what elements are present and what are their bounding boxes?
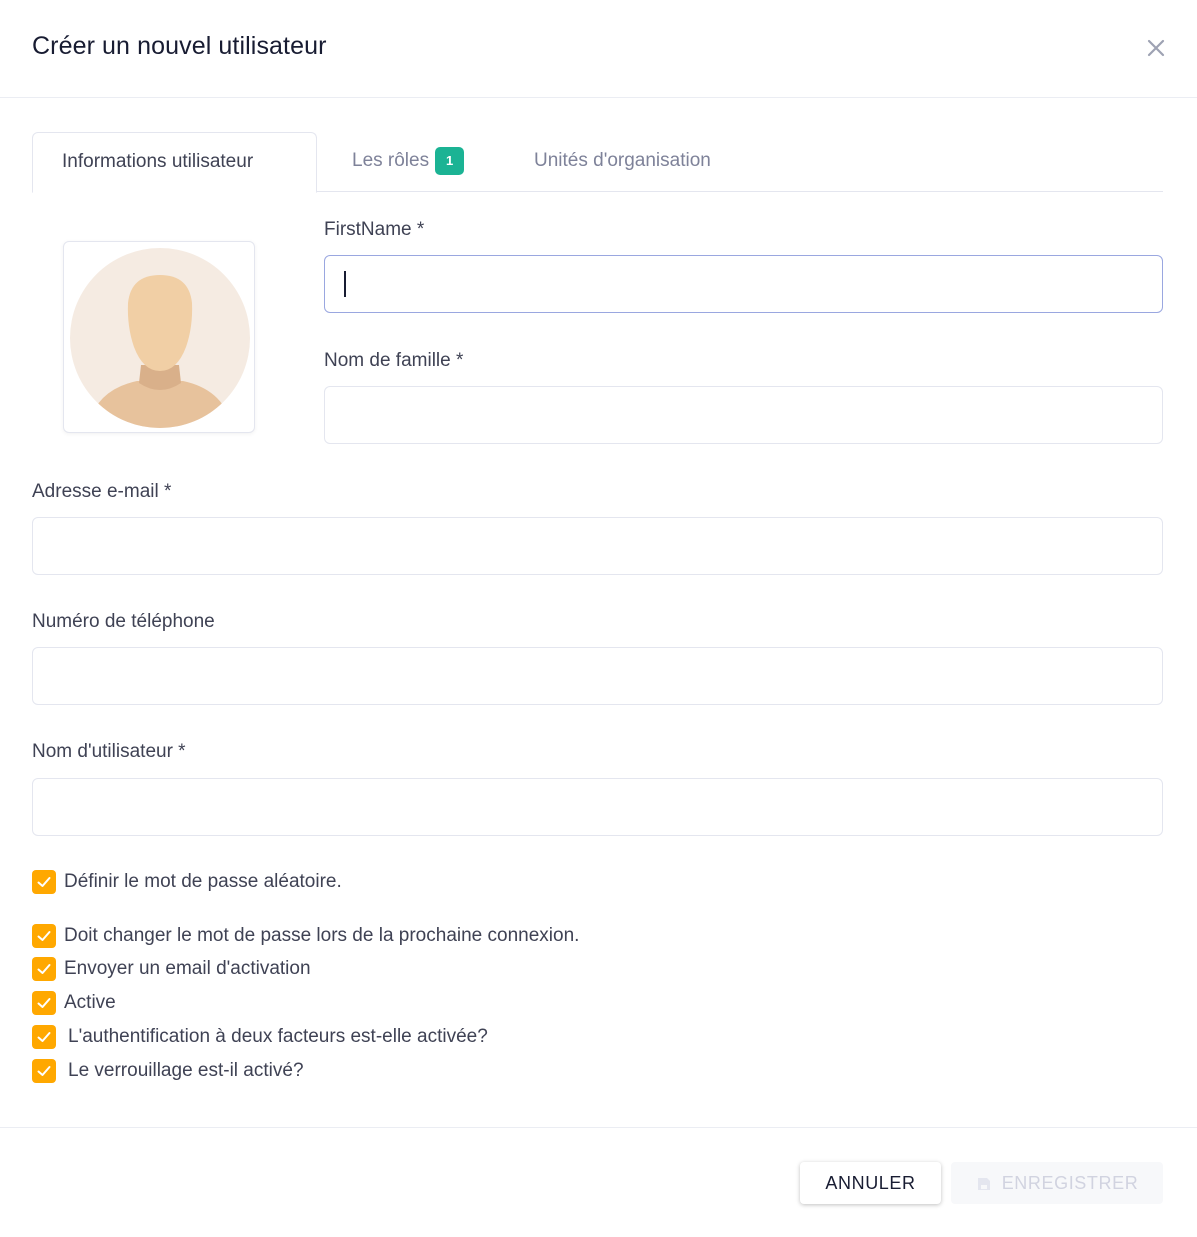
tab-label: Informations utilisateur: [62, 151, 254, 172]
checkbox-checked-icon[interactable]: [32, 870, 56, 894]
tab-user-information[interactable]: Informations utilisateur: [32, 132, 317, 193]
checkbox-label: Active: [64, 992, 116, 1013]
checkbox-label: Envoyer un email d'activation: [64, 958, 311, 979]
checkbox-checked-icon[interactable]: [32, 1025, 56, 1049]
tab-label: Les rôles: [352, 150, 430, 171]
checkbox-label: Définir le mot de passe aléatoire.: [64, 871, 342, 892]
tab-roles[interactable]: Les rôles 1: [352, 132, 465, 192]
checkbox-label: Le verrouillage est-il activé?: [68, 1060, 304, 1081]
checkbox-label: L'authentification à deux facteurs est-e…: [68, 1026, 488, 1047]
checkbox-label: Doit changer le mot de passe lors de la …: [64, 925, 580, 946]
modal-footer: ANNULER ENREGISTRER: [0, 1127, 1197, 1237]
text-caret: [344, 271, 346, 297]
tab-label: Unités d'organisation: [534, 150, 711, 171]
save-icon: [976, 1165, 992, 1207]
checkbox-checked-icon[interactable]: [32, 924, 56, 948]
checkbox-checked-icon[interactable]: [32, 957, 56, 981]
first-name-input[interactable]: [324, 255, 1163, 313]
tab-bar: Informations utilisateur Les rôles 1 Unit…: [32, 132, 1163, 193]
checkbox-checked-icon[interactable]: [32, 1059, 56, 1083]
first-name-label: FirstName *: [324, 219, 425, 240]
modal-title: Créer un nouvel utilisateur: [32, 32, 327, 60]
avatar[interactable]: [63, 241, 255, 433]
tab-organization-units[interactable]: Unités d'organisation: [534, 132, 711, 192]
email-field[interactable]: [32, 517, 1163, 575]
modal-header: Créer un nouvel utilisateur: [0, 0, 1197, 98]
save-button[interactable]: ENREGISTRER: [951, 1162, 1163, 1204]
create-user-modal: Créer un nouvel utilisateur Informations…: [0, 0, 1197, 1237]
save-button-label: ENREGISTRER: [1001, 1173, 1139, 1193]
phone-label: Numéro de téléphone: [32, 611, 215, 632]
email-label: Adresse e-mail *: [32, 481, 172, 502]
roles-count-badge: 1: [435, 147, 465, 175]
username-label: Nom d'utilisateur *: [32, 741, 186, 762]
cancel-button[interactable]: ANNULER: [800, 1162, 941, 1204]
last-name-input[interactable]: [324, 386, 1163, 444]
phone-field[interactable]: [32, 647, 1163, 705]
user-avatar-icon: [70, 248, 250, 428]
close-icon[interactable]: [1143, 35, 1169, 61]
username-field[interactable]: [32, 778, 1163, 836]
last-name-label: Nom de famille *: [324, 350, 464, 371]
checkbox-checked-icon[interactable]: [32, 991, 56, 1015]
